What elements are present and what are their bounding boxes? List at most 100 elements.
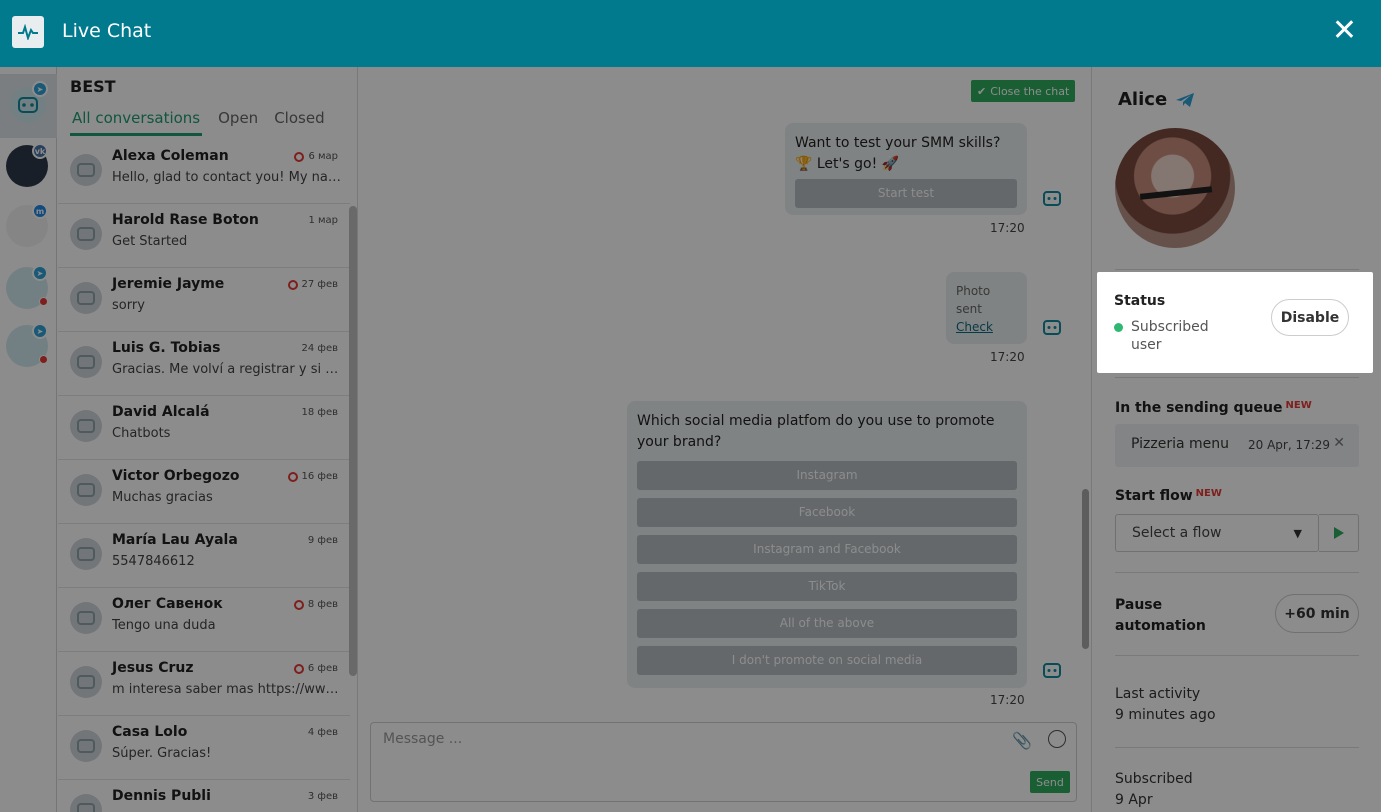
bot-icon: [1043, 663, 1061, 678]
disable-button[interactable]: Disable: [1271, 299, 1349, 336]
quick-reply-button[interactable]: All of the above: [637, 609, 1017, 638]
account-messenger[interactable]: m: [6, 203, 48, 247]
chat-scrollbar[interactable]: [1082, 489, 1089, 649]
list-scrollbar[interactable]: [349, 206, 357, 676]
divider: [1115, 377, 1359, 378]
tab-closed[interactable]: Closed: [274, 109, 324, 136]
avatar: [70, 410, 102, 442]
flow-select-value: Select a flow: [1132, 525, 1222, 541]
status-value: Subscribed user: [1131, 319, 1209, 353]
conversation-date: 18 фев: [302, 407, 339, 418]
conversation-item[interactable]: Олег Савенок Tengo una duda 8 фев: [58, 588, 350, 652]
conversation-date-text: 6 фев: [307, 663, 338, 674]
chevron-down-icon: ▼: [1293, 526, 1302, 540]
close-chat-button[interactable]: ✔ Close the chat: [971, 80, 1076, 102]
conversation-date: 27 фев: [287, 279, 338, 290]
queue-item-time: 20 Apr, 17:29: [1248, 438, 1331, 452]
unread-icon: [287, 279, 298, 290]
conversation-item[interactable]: Luis G. Tobias Gracias. Me volví a regist…: [58, 332, 350, 396]
account-vk[interactable]: vk: [6, 143, 48, 187]
divider: [1115, 747, 1359, 748]
message-input[interactable]: Message ...: [383, 731, 462, 747]
conversation-date-text: 6 мар: [308, 151, 338, 162]
conversation-item[interactable]: Harold Rase Boton Get Started 1 мар: [58, 204, 350, 268]
message-time: 17:20: [990, 350, 1025, 364]
queue-item: Pizzeria menu 20 Apr, 17:29 ✕: [1115, 424, 1359, 467]
conversation-date: 4 фев: [308, 727, 338, 738]
conversation-date: 16 фев: [287, 471, 339, 482]
queue-label-text: In the sending queue: [1115, 400, 1283, 416]
conversation-name: María Lau Ayala: [112, 532, 238, 548]
tab-open[interactable]: Open: [218, 109, 258, 136]
conversation-preview: Tengo una duda: [112, 618, 216, 633]
conversation-date: 6 фев: [293, 663, 338, 674]
divider: [1115, 269, 1359, 270]
telegram-icon: ➤: [32, 81, 48, 97]
conversation-date-text: 3 фев: [307, 791, 338, 802]
quick-reply-button[interactable]: Facebook: [637, 498, 1017, 527]
pause-60-button[interactable]: +60 min: [1275, 594, 1359, 633]
conversation-item[interactable]: Jesus Cruz m interesa saber mas https://w…: [58, 652, 350, 716]
close-icon[interactable]: ✕: [1332, 16, 1357, 46]
account-rail: ➤ vk m ➤ ➤: [0, 67, 57, 812]
avatar: [70, 730, 102, 762]
telegram-icon: ➤: [32, 265, 48, 281]
unread-icon: [293, 599, 304, 610]
conversation-item[interactable]: Jeremie Jayme sorry 27 фев: [58, 268, 350, 332]
conversation-name: David Alcalá: [112, 404, 210, 420]
start-flow-button[interactable]: [1319, 514, 1359, 552]
message-composer[interactable]: Message ... 📎 Send: [370, 722, 1077, 802]
flow-select[interactable]: Select a flow ▼: [1115, 514, 1319, 552]
conversation-date-text: 16 фев: [301, 471, 339, 482]
unread-icon: [287, 471, 298, 482]
messenger-icon: m: [32, 203, 48, 219]
remove-queue-icon[interactable]: ✕: [1333, 435, 1345, 451]
status-dot-icon: [1114, 323, 1123, 332]
quick-reply-button[interactable]: Instagram: [637, 461, 1017, 490]
conversation-item[interactable]: Alexa Coleman Hello, glad to contact you!…: [58, 140, 350, 204]
conversation-tabs: All conversations Open Closed: [70, 109, 325, 136]
account-bot-telegram-3[interactable]: ➤: [6, 323, 48, 367]
notification-dot: [39, 355, 48, 364]
conversation-date: 9 фев: [308, 535, 338, 546]
emoji-icon[interactable]: [1048, 730, 1066, 748]
bot-icon: [1043, 191, 1061, 206]
conversation-date-text: 9 фев: [307, 535, 338, 546]
conversation-item[interactable]: David Alcalá Chatbots 18 фев: [58, 396, 350, 460]
conversation-preview: Hello, glad to contact you! My name is..…: [112, 170, 342, 185]
telegram-icon: ➤: [32, 323, 48, 339]
list-title: BEST: [70, 77, 116, 96]
start-test-button[interactable]: Start test: [795, 179, 1017, 208]
quick-reply-button[interactable]: Instagram and Facebook: [637, 535, 1017, 564]
check-photo-link[interactable]: Check: [956, 318, 1017, 336]
attachment-icon[interactable]: 📎: [1012, 731, 1032, 750]
unread-icon: [293, 663, 304, 674]
conversation-item[interactable]: Victor Orbegozo Muchas gracias 16 фев: [58, 460, 350, 524]
avatar: [70, 666, 102, 698]
account-bot-telegram[interactable]: ➤: [0, 74, 57, 138]
account-bot-telegram-2[interactable]: ➤: [6, 265, 48, 309]
contact-avatar: [1115, 128, 1235, 248]
bot-icon: [1043, 320, 1061, 335]
conversation-items: Alexa Coleman Hello, glad to contact you!…: [58, 140, 350, 812]
queue-item-name: Pizzeria menu: [1131, 436, 1230, 452]
new-badge: NEW: [1195, 488, 1222, 499]
quick-reply-button[interactable]: TikTok: [637, 572, 1017, 601]
message-text: Want to test your SMM skills? 🏆 Let's go…: [795, 135, 1001, 172]
message-time: 17:20: [990, 693, 1025, 707]
close-chat-label: Close the chat: [990, 84, 1070, 98]
quick-reply-button[interactable]: I don't promote on social media: [637, 646, 1017, 675]
tab-all-conversations[interactable]: All conversations: [70, 109, 203, 136]
avatar: [70, 794, 102, 812]
message-text: Photo sent: [956, 284, 991, 316]
conversation-item[interactable]: María Lau Ayala 5547846612 9 фев: [58, 524, 350, 588]
avatar: [70, 154, 102, 186]
send-button[interactable]: Send: [1030, 771, 1070, 793]
conversation-item[interactable]: Dennis Publi 3 фев: [58, 780, 350, 812]
divider: [1115, 655, 1359, 656]
avatar: [70, 218, 102, 250]
conversation-preview: sorry: [112, 298, 145, 313]
conversation-date-text: 4 фев: [307, 727, 338, 738]
new-badge: NEW: [1285, 400, 1312, 411]
conversation-item[interactable]: Casa Lolo Súper. Gracias! 4 фев: [58, 716, 350, 780]
